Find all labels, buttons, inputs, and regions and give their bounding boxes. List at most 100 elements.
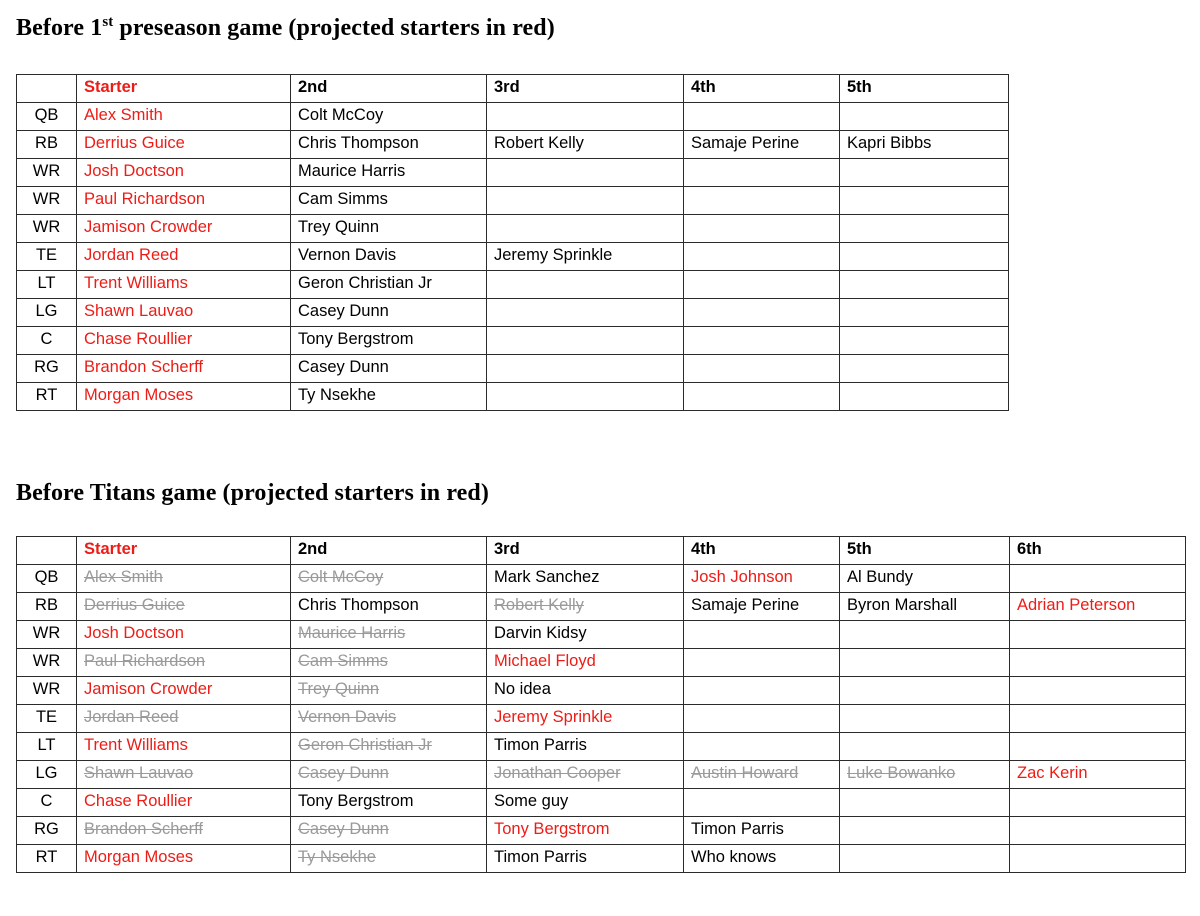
player-cell: Jordan Reed	[76, 242, 291, 271]
player-name: Morgan Moses	[84, 386, 194, 405]
player-cell	[486, 186, 684, 215]
player-name: Alex Smith	[84, 568, 163, 587]
table-1-col-header-starter: Starter	[76, 74, 291, 103]
player-cell: Shawn Lauvao	[76, 760, 291, 789]
table-row: RB Derrius Guice Chris Thompson Robert Kell…	[16, 592, 1186, 621]
table-row: WR Paul Richardson Cam Simms	[16, 186, 1009, 215]
table-1-col-header-3rd: 3rd	[486, 74, 684, 103]
section-1-title-suffix: preseason game (projected starters in re…	[113, 15, 555, 41]
table-1-body: QB Alex Smith Colt McCoy RB Derrius Guice Chr…	[16, 102, 1009, 411]
position-cell: RB	[16, 130, 77, 159]
player-name: Jordan Reed	[84, 246, 179, 265]
player-cell	[683, 382, 840, 411]
table-row: TE Jordan Reed Vernon Davis Jeremy Sprinkle	[16, 242, 1009, 271]
player-name: Kapri Bibbs	[847, 134, 932, 153]
depth-chart-table-preseason: Starter 2nd 3rd 4th 5th QB Alex Smith Colt…	[16, 74, 1009, 411]
player-cell: Trey Quinn	[290, 214, 487, 243]
player-cell: Paul Richardson	[76, 648, 291, 677]
player-cell: Jonathan Cooper	[486, 760, 684, 789]
table-2-col-header-6th: 6th	[1009, 536, 1186, 565]
player-name: Casey Dunn	[298, 358, 389, 377]
player-name: Alex Smith	[84, 106, 163, 125]
player-cell: Al Bundy	[839, 564, 1010, 593]
player-cell: Derrius Guice	[76, 592, 291, 621]
position-cell: WR	[16, 620, 77, 649]
player-cell: Tony Bergstrom	[486, 816, 684, 845]
player-cell: Casey Dunn	[290, 816, 487, 845]
player-cell: Jordan Reed	[76, 704, 291, 733]
table-1-col-header-4th: 4th	[683, 74, 840, 103]
player-name: Vernon Davis	[298, 708, 397, 727]
player-cell	[683, 270, 840, 299]
player-cell: Adrian Peterson	[1009, 592, 1186, 621]
table-row: QB Alex Smith Colt McCoy Mark Sanchez Josh J…	[16, 564, 1186, 593]
player-cell: Colt McCoy	[290, 102, 487, 131]
player-cell: Timon Parris	[486, 732, 684, 761]
player-cell	[683, 214, 840, 243]
player-cell	[683, 158, 840, 187]
player-name: Timon Parris	[494, 848, 587, 867]
player-cell	[839, 158, 1009, 187]
player-name: Casey Dunn	[298, 820, 389, 839]
player-name: Chase Roullier	[84, 792, 193, 811]
player-cell: Trey Quinn	[290, 676, 487, 705]
player-name: Ty Nsekhe	[298, 386, 376, 405]
player-cell: Chase Roullier	[76, 788, 291, 817]
player-name: Morgan Moses	[84, 848, 194, 867]
player-cell: Mark Sanchez	[486, 564, 684, 593]
player-name: Casey Dunn	[298, 302, 389, 321]
section-1-title-prefix: Before 1	[16, 15, 103, 41]
table-row: QB Alex Smith Colt McCoy	[16, 102, 1009, 131]
player-name: Maurice Harris	[298, 162, 406, 181]
player-name: Adrian Peterson	[1017, 596, 1136, 615]
table-row: LT Trent Williams Geron Christian Jr	[16, 270, 1009, 299]
player-cell	[839, 732, 1010, 761]
player-cell: Morgan Moses	[76, 844, 291, 873]
player-name: Timon Parris	[691, 820, 784, 839]
player-cell	[486, 326, 684, 355]
player-cell: Byron Marshall	[839, 592, 1010, 621]
table-2-col-header-4th: 4th	[683, 536, 840, 565]
player-cell: Zac Kerin	[1009, 760, 1186, 789]
player-name: Maurice Harris	[298, 624, 406, 643]
player-cell	[1009, 732, 1186, 761]
player-cell: Casey Dunn	[290, 354, 487, 383]
position-cell: LT	[16, 270, 77, 299]
player-cell	[839, 326, 1009, 355]
player-name: Michael Floyd	[494, 652, 596, 671]
player-cell	[683, 298, 840, 327]
player-cell: Samaje Perine	[683, 130, 840, 159]
player-name: Timon Parris	[494, 736, 587, 755]
player-name: Chris Thompson	[298, 596, 419, 615]
table-row: WR Josh Doctson Maurice Harris Darvin Kidsy	[16, 620, 1186, 649]
player-cell: No idea	[486, 676, 684, 705]
position-cell: C	[16, 788, 77, 817]
player-cell: Alex Smith	[76, 102, 291, 131]
player-name: Samaje Perine	[691, 596, 800, 615]
position-cell: LT	[16, 732, 77, 761]
player-cell: Austin Howard	[683, 760, 840, 789]
position-cell: WR	[16, 648, 77, 677]
player-cell: Some guy	[486, 788, 684, 817]
player-cell: Kapri Bibbs	[839, 130, 1009, 159]
player-cell	[839, 648, 1010, 677]
player-cell	[486, 382, 684, 411]
player-name: Tony Bergstrom	[494, 820, 610, 839]
player-cell: Tony Bergstrom	[290, 788, 487, 817]
table-row: C Chase Roullier Tony Bergstrom Some guy	[16, 788, 1186, 817]
player-cell: Josh Johnson	[683, 564, 840, 593]
player-cell: Timon Parris	[683, 816, 840, 845]
table-row: WR Jamison Crowder Trey Quinn	[16, 214, 1009, 243]
player-cell: Timon Parris	[486, 844, 684, 873]
player-name: Jeremy Sprinkle	[494, 708, 613, 727]
player-cell	[486, 270, 684, 299]
table-1-col-header-5th: 5th	[839, 74, 1009, 103]
position-cell: WR	[16, 214, 77, 243]
position-cell: LG	[16, 760, 77, 789]
player-name: Mark Sanchez	[494, 568, 600, 587]
player-name: Geron Christian Jr	[298, 736, 432, 755]
table-row: LG Shawn Lauvao Casey Dunn Jonathan Cooper A…	[16, 760, 1186, 789]
player-name: Trey Quinn	[298, 218, 380, 237]
player-cell: Geron Christian Jr	[290, 270, 487, 299]
player-name: Casey Dunn	[298, 764, 389, 783]
